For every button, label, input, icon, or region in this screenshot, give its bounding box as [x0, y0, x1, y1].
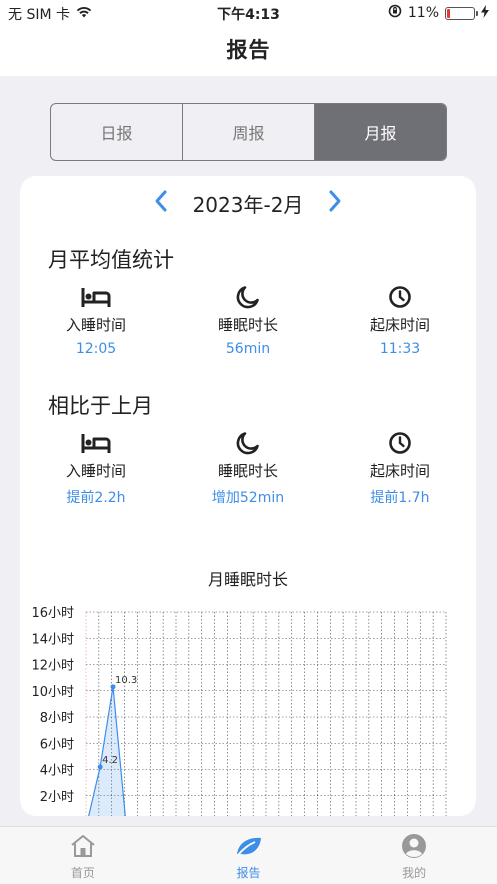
segment-daily[interactable]: 日报 — [51, 104, 183, 160]
stat-sleep-time: 入睡时间 12:05 — [20, 284, 172, 357]
stat-value: 11:33 — [379, 341, 421, 357]
bed-icon — [20, 284, 172, 310]
compare-sleep-duration: 睡眠时长 增加52min — [172, 430, 324, 507]
page-title: 报告 — [226, 38, 271, 62]
y-tick-label: 6小时 — [40, 737, 74, 752]
compare-stats: 入睡时间 提前2.2h 睡眠时长 增加52min 起床时间 提前1.7h — [20, 430, 476, 507]
chevron-right-icon — [329, 190, 341, 212]
stat-label: 起床时间 — [369, 316, 430, 334]
user-icon — [331, 833, 497, 859]
nav-bar: 报告 — [0, 26, 497, 76]
battery-icon — [445, 6, 478, 20]
y-tick-label: 2小时 — [40, 790, 74, 805]
tab-home[interactable]: 首页 — [0, 827, 166, 884]
clock-icon — [324, 430, 476, 456]
tab-report[interactable]: 报告 — [166, 827, 332, 884]
stat-value: 增加52min — [211, 490, 285, 506]
sleep-duration-chart: 16小时 14小时 12小时 10小时 8小时 6小时 4小时 2小时 4.2 10.3 — [31, 606, 447, 816]
y-tick-label: 8小时 — [40, 711, 74, 726]
data-label: 10.3 — [115, 675, 137, 686]
stat-value: 56min — [225, 341, 271, 357]
y-tick-label: 14小时 — [31, 632, 74, 647]
report-card: 2023年-2月 月平均值统计 入睡时间 12:05 睡眠时长 56min 起床… — [20, 176, 476, 816]
monthly-average-stats: 入睡时间 12:05 睡眠时长 56min 起床时间 11:33 — [20, 284, 476, 357]
clock-icon — [324, 284, 476, 310]
charging-icon — [481, 4, 489, 22]
battery-percent: 11% — [407, 5, 439, 21]
stat-value: 提前2.2h — [66, 490, 126, 506]
status-bar: 无 SIM 卡 下午4:13 11% — [0, 0, 497, 26]
month-selector: 2023年-2月 — [20, 188, 476, 218]
orientation-lock-icon — [388, 4, 402, 22]
y-tick-label: 16小时 — [31, 606, 74, 621]
stat-label: 入睡时间 — [65, 316, 126, 334]
stat-value: 12:05 — [75, 341, 117, 357]
stat-value: 提前1.7h — [370, 490, 430, 506]
compare-wake-time: 起床时间 提前1.7h — [324, 430, 476, 507]
moon-icon — [172, 284, 324, 310]
report-period-segment: 日报 周报 月报 — [50, 103, 447, 161]
leaf-icon — [166, 833, 332, 859]
tab-label: 我的 — [402, 866, 427, 880]
stat-sleep-duration: 睡眠时长 56min — [172, 284, 324, 357]
stat-label: 入睡时间 — [65, 462, 126, 480]
home-icon — [0, 833, 166, 859]
y-tick-label: 10小时 — [31, 685, 74, 700]
compare-sleep-time: 入睡时间 提前2.2h — [20, 430, 172, 507]
next-month-button[interactable] — [327, 189, 343, 217]
stat-label: 睡眠时长 — [217, 462, 278, 480]
tab-label: 首页 — [70, 866, 95, 880]
stat-wake-time: 起床时间 11:33 — [324, 284, 476, 357]
compare-title: 相比于上月 — [48, 394, 153, 418]
stat-label: 睡眠时长 — [217, 316, 278, 334]
tab-mine[interactable]: 我的 — [331, 827, 497, 884]
chart-title: 月睡眠时长 — [207, 570, 288, 589]
tab-label: 报告 — [236, 866, 261, 880]
y-tick-label: 12小时 — [31, 659, 74, 674]
tab-bar: 首页 报告 我的 — [0, 826, 497, 884]
monthly-average-title: 月平均值统计 — [48, 248, 174, 272]
month-label: 2023年-2月 — [192, 192, 304, 217]
moon-icon — [172, 430, 324, 456]
segment-monthly[interactable]: 月报 — [315, 104, 446, 160]
prev-month-button[interactable] — [153, 189, 169, 217]
data-label: 4.2 — [102, 755, 118, 766]
chevron-left-icon — [155, 190, 167, 212]
bed-icon — [20, 430, 172, 456]
segment-weekly[interactable]: 周报 — [183, 104, 315, 160]
y-tick-label: 4小时 — [40, 764, 74, 779]
stat-label: 起床时间 — [369, 462, 430, 480]
